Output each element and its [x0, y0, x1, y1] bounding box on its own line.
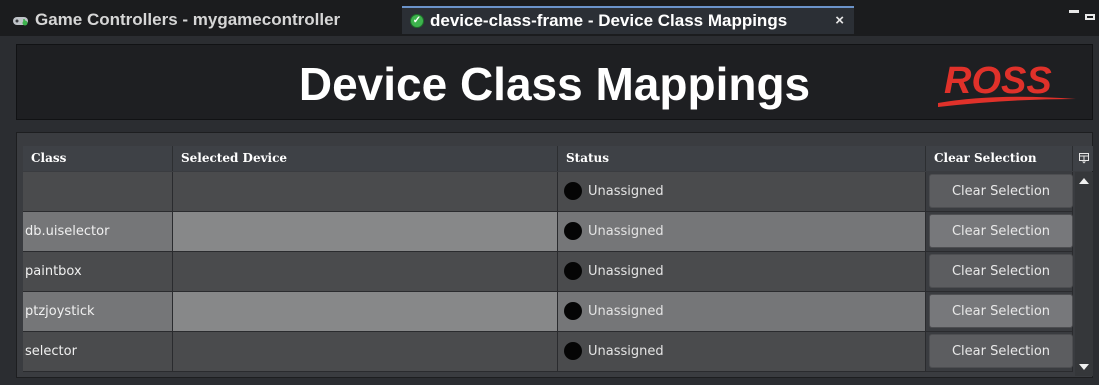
vertical-scrollbar[interactable] [1075, 172, 1093, 376]
class-cell: db.uiselector [23, 212, 173, 251]
selected-device-cell[interactable] [173, 252, 558, 291]
table-row[interactable]: Unassigned Clear Selection [23, 172, 1073, 212]
clear-selection-button[interactable]: Clear Selection [929, 334, 1073, 368]
check-circle-icon: ✓ [410, 14, 424, 28]
ross-logo: ROSS [938, 60, 1076, 107]
status-indicator-icon [564, 182, 582, 200]
clear-selection-button[interactable]: Clear Selection [929, 254, 1073, 288]
clear-cell: Clear Selection [926, 172, 1073, 211]
column-header-class[interactable]: Class [23, 146, 173, 171]
scroll-down-icon[interactable] [1079, 364, 1089, 370]
clear-cell: Clear Selection [926, 292, 1073, 331]
column-header-status[interactable]: Status [558, 146, 926, 171]
selected-device-cell[interactable] [173, 172, 558, 211]
clear-selection-button[interactable]: Clear Selection [929, 294, 1073, 328]
tab-label: Game Controllers - mygamecontroller [35, 10, 341, 29]
window-controls [1069, 10, 1095, 20]
minimize-icon[interactable] [1069, 10, 1079, 13]
tab-label: device-class-frame - Device Class Mappin… [430, 11, 788, 30]
column-header-clear-selection[interactable]: Clear Selection [926, 146, 1073, 171]
close-icon[interactable]: × [835, 12, 844, 29]
status-indicator-icon [564, 222, 582, 240]
status-text: Unassigned [588, 264, 664, 279]
clear-selection-button[interactable]: Clear Selection [929, 214, 1073, 248]
column-menu-icon[interactable] [1077, 146, 1091, 171]
status-text: Unassigned [588, 344, 664, 359]
status-cell: Unassigned [558, 292, 926, 331]
status-text: Unassigned [588, 184, 664, 199]
clear-cell: Clear Selection [926, 332, 1073, 371]
selected-device-cell[interactable] [173, 212, 558, 251]
status-indicator-icon [564, 302, 582, 320]
status-indicator-icon [564, 262, 582, 280]
clear-selection-button[interactable]: Clear Selection [929, 174, 1073, 208]
tab-game-controllers[interactable]: Game Controllers - mygamecontroller [12, 8, 340, 32]
status-indicator-icon [564, 342, 582, 360]
class-cell: ptzjoystick [23, 292, 173, 331]
clear-cell: Clear Selection [926, 212, 1073, 251]
class-cell: paintbox [23, 252, 173, 291]
tab-bar: Game Controllers - mygamecontroller ✓ de… [0, 0, 1099, 36]
class-cell: selector [23, 332, 173, 371]
class-cell [23, 172, 173, 211]
class-name: db.uiselector [25, 224, 110, 239]
status-text: Unassigned [588, 224, 664, 239]
status-cell: Unassigned [558, 212, 926, 251]
column-header-selected-device[interactable]: Selected Device [173, 146, 558, 171]
gamepad-icon [12, 13, 29, 27]
selected-device-cell[interactable] [173, 332, 558, 371]
selected-device-cell[interactable] [173, 292, 558, 331]
status-cell: Unassigned [558, 332, 926, 371]
status-cell: Unassigned [558, 172, 926, 211]
maximize-icon[interactable] [1085, 14, 1095, 20]
page-title: Device Class Mappings [298, 58, 811, 110]
table-row[interactable]: ptzjoystick Unassigned Clear Selection [23, 292, 1073, 332]
class-name: ptzjoystick [25, 304, 95, 319]
scroll-up-icon[interactable] [1079, 178, 1089, 184]
status-cell: Unassigned [558, 252, 926, 291]
table-row[interactable]: paintbox Unassigned Clear Selection [23, 252, 1073, 292]
tab-device-class-frame[interactable]: ✓ device-class-frame - Device Class Mapp… [402, 6, 854, 34]
device-class-table: Class Selected Device Status Clear Selec… [16, 132, 1093, 378]
clear-cell: Clear Selection [926, 252, 1073, 291]
table-header: Class Selected Device Status Clear Selec… [23, 146, 1093, 171]
ross-logo-text: ROSS [944, 60, 1052, 102]
table-row[interactable]: db.uiselector Unassigned Clear Selection [23, 212, 1073, 252]
table-row[interactable]: selector Unassigned Clear Selection [23, 332, 1073, 372]
page-header: Device Class Mappings ROSS [16, 44, 1093, 120]
status-text: Unassigned [588, 304, 664, 319]
class-name: paintbox [25, 264, 82, 279]
class-name: selector [25, 344, 77, 359]
